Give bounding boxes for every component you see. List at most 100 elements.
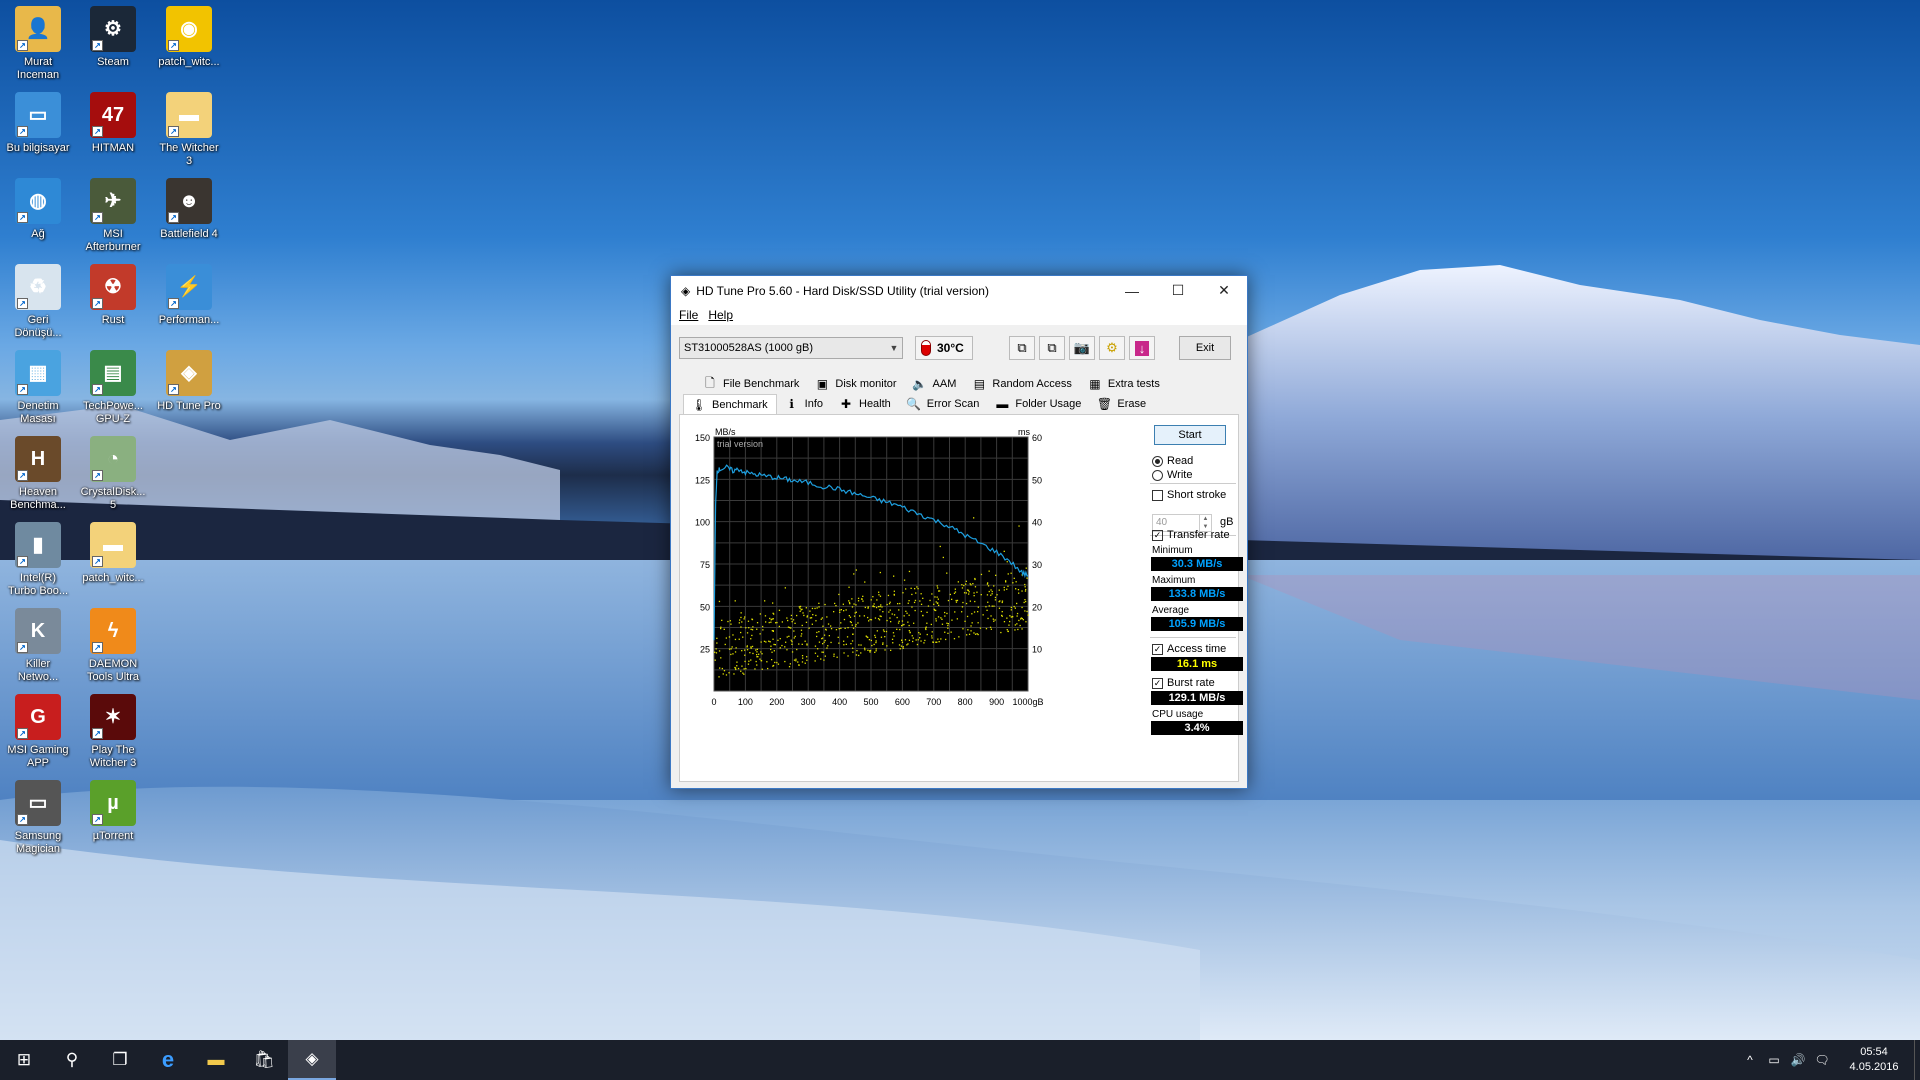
edge-icon[interactable]: e bbox=[144, 1040, 192, 1080]
drive-select[interactable]: ST31000528AS (1000 gB) ▼ bbox=[679, 337, 903, 359]
access-time-point bbox=[902, 647, 904, 649]
options-button[interactable]: ⚙ bbox=[1099, 336, 1125, 360]
notification-icon[interactable]: 🗨 bbox=[1810, 1053, 1834, 1067]
desktop-icon[interactable]: ☢ ↗ Rust bbox=[77, 264, 149, 327]
desktop-icon[interactable]: ✶ ↗ Play The Witcher 3 bbox=[77, 694, 149, 770]
desktop-icon[interactable]: ◉ ↗ patch_witc... bbox=[153, 6, 225, 69]
access-time-point bbox=[945, 638, 947, 641]
desktop-icon[interactable]: ϟ ↗ DAEMON Tools Ultra bbox=[77, 608, 149, 684]
access-time-point bbox=[1009, 615, 1011, 617]
desktop-icon[interactable]: ▦ ↗ Denetim Masası bbox=[2, 350, 74, 426]
start-button[interactable]: Start bbox=[1154, 425, 1226, 445]
screenshot-button[interactable]: 📷 bbox=[1069, 336, 1095, 360]
title-bar[interactable]: ◈ HD Tune Pro 5.60 - Hard Disk/SSD Utili… bbox=[671, 276, 1247, 305]
access-time-point bbox=[1000, 631, 1002, 634]
shortcut-arrow-icon: ↗ bbox=[168, 298, 179, 309]
access-time-point bbox=[994, 619, 996, 621]
tab-health[interactable]: ✚ Health bbox=[831, 394, 899, 414]
tab-benchmark[interactable]: 🌡 Benchmark bbox=[683, 394, 777, 414]
access-time-point bbox=[854, 625, 857, 627]
desktop-icon[interactable]: ◔ ↗ CrystalDisk... 5 bbox=[77, 436, 149, 512]
access-time-point bbox=[727, 620, 729, 623]
desktop-icon[interactable]: ⚙ ↗ Steam bbox=[77, 6, 149, 69]
hdtune-window[interactable]: ◈ HD Tune Pro 5.60 - Hard Disk/SSD Utili… bbox=[670, 275, 1248, 789]
access-time-point bbox=[806, 656, 808, 658]
write-radio[interactable]: Write bbox=[1152, 469, 1192, 481]
tab-random-access[interactable]: ▤ Random Access bbox=[964, 374, 1079, 394]
access-time-point bbox=[973, 632, 975, 634]
access-time-point bbox=[875, 641, 877, 644]
desktop-icon[interactable]: ☻ ↗ Battlefield 4 bbox=[153, 178, 225, 241]
tab-file-benchmark[interactable]: 🗋 File Benchmark bbox=[695, 374, 807, 394]
short-stroke-checkbox[interactable]: Short stroke bbox=[1152, 489, 1226, 501]
access-time-point bbox=[888, 611, 890, 613]
desktop-icon[interactable]: ▤ ↗ TechPowe... GPU-Z bbox=[77, 350, 149, 426]
minimum-label: Minimum bbox=[1152, 545, 1193, 556]
chevron-up-icon[interactable]: ^ bbox=[1738, 1053, 1762, 1067]
minimize-button[interactable]: — bbox=[1109, 276, 1155, 305]
exit-button[interactable]: Exit bbox=[1179, 336, 1231, 360]
access-time-point bbox=[977, 606, 979, 608]
access-time-point bbox=[770, 621, 772, 623]
tab-info[interactable]: ℹ Info bbox=[777, 394, 831, 414]
windows-start-icon[interactable]: ⊞ bbox=[0, 1040, 48, 1080]
access-time-point bbox=[1010, 572, 1012, 574]
tab-erase[interactable]: 🗑 Erase bbox=[1089, 394, 1154, 414]
access-time-point bbox=[750, 647, 752, 649]
access-time-point bbox=[824, 603, 826, 606]
desktop-icon[interactable]: ▭ ↗ Samsung Magician bbox=[2, 780, 74, 856]
desktop-icon[interactable]: ◈ ↗ HD Tune Pro bbox=[153, 350, 225, 413]
desktop-icon[interactable]: ♻ ↗ Geri Dönüşü... bbox=[2, 264, 74, 340]
desktop-icon[interactable]: 👤 ↗ Murat Inceman bbox=[2, 6, 74, 82]
copy-info-button[interactable]: ⧉ bbox=[1039, 336, 1065, 360]
hdtune-taskbar-icon[interactable]: ◈ bbox=[288, 1040, 336, 1080]
access-time-checkbox[interactable]: ✓ Access time bbox=[1152, 643, 1226, 655]
desktop-icon-label: TechPowe... GPU-Z bbox=[83, 400, 143, 425]
tab-error-scan[interactable]: 🔍 Error Scan bbox=[899, 394, 988, 414]
desktop-icon[interactable]: ▭ ↗ Bu bilgisayar bbox=[2, 92, 74, 155]
clock[interactable]: 05:54 4.05.2016 bbox=[1834, 1045, 1914, 1075]
desktop-icon[interactable]: ◍ ↗ Ağ bbox=[2, 178, 74, 241]
access-time-point bbox=[741, 621, 743, 623]
burst-rate-checkbox[interactable]: ✓ Burst rate bbox=[1152, 677, 1215, 689]
search-icon[interactable]: ⚲ bbox=[48, 1040, 96, 1080]
read-radio[interactable]: Read bbox=[1152, 455, 1193, 467]
access-time-point bbox=[821, 651, 823, 653]
tab-aam[interactable]: 🔈 AAM bbox=[905, 374, 965, 394]
access-time-point bbox=[946, 572, 948, 574]
volume-icon[interactable]: 🔊 bbox=[1786, 1053, 1810, 1067]
desktop-icon[interactable]: ▬ ↗ patch_witc... bbox=[77, 522, 149, 585]
tab-folder-usage[interactable]: ▬ Folder Usage bbox=[987, 394, 1089, 414]
copy-text-button[interactable]: ⧉ bbox=[1009, 336, 1035, 360]
tab-disk-monitor[interactable]: ▣ Disk monitor bbox=[807, 374, 904, 394]
tab-extra-tests[interactable]: ▦ Extra tests bbox=[1080, 374, 1168, 394]
desktop-icon[interactable]: ✈ ↗ MSI Afterburner bbox=[77, 178, 149, 254]
close-button[interactable]: ✕ bbox=[1201, 276, 1247, 305]
access-time-point bbox=[916, 643, 919, 646]
options-icon: ⚙ bbox=[1106, 340, 1118, 355]
desktop-icon[interactable]: 47 ↗ HITMAN bbox=[77, 92, 149, 155]
access-time-point bbox=[798, 643, 800, 645]
file-explorer-icon[interactable]: ▬ bbox=[192, 1040, 240, 1080]
store-icon[interactable]: 🛍 bbox=[240, 1040, 288, 1080]
access-time-point bbox=[851, 606, 854, 608]
task-view-icon[interactable]: ❐ bbox=[96, 1040, 144, 1080]
desktop-icon[interactable]: ⚡ ↗ Performan... bbox=[153, 264, 225, 327]
access-time-point bbox=[922, 597, 924, 599]
desktop-icon[interactable]: K ↗ Killer Netwo... bbox=[2, 608, 74, 684]
show-desktop-button[interactable] bbox=[1914, 1040, 1920, 1080]
desktop-icon[interactable]: µ ↗ µTorrent bbox=[77, 780, 149, 843]
desktop-icon[interactable]: ▬ ↗ The Witcher 3 bbox=[153, 92, 225, 168]
desktop-icon[interactable]: G ↗ MSI Gaming APP bbox=[2, 694, 74, 770]
transfer-rate-checkbox[interactable]: ✓ Transfer rate bbox=[1152, 529, 1230, 541]
menu-file[interactable]: File bbox=[679, 308, 698, 322]
access-time-point bbox=[878, 591, 880, 593]
access-time-point bbox=[914, 588, 916, 590]
save-button[interactable]: ↓ bbox=[1129, 336, 1155, 360]
desktop-icon[interactable]: H ↗ Heaven Benchma... bbox=[2, 436, 74, 512]
access-time-point bbox=[899, 602, 901, 605]
desktop-icon[interactable]: ▮ ↗ Intel(R) Turbo Boo... bbox=[2, 522, 74, 598]
maximize-button[interactable]: ☐ bbox=[1155, 276, 1201, 305]
menu-help[interactable]: Help bbox=[708, 308, 733, 322]
network-tray-icon[interactable]: ▭ bbox=[1762, 1053, 1786, 1067]
